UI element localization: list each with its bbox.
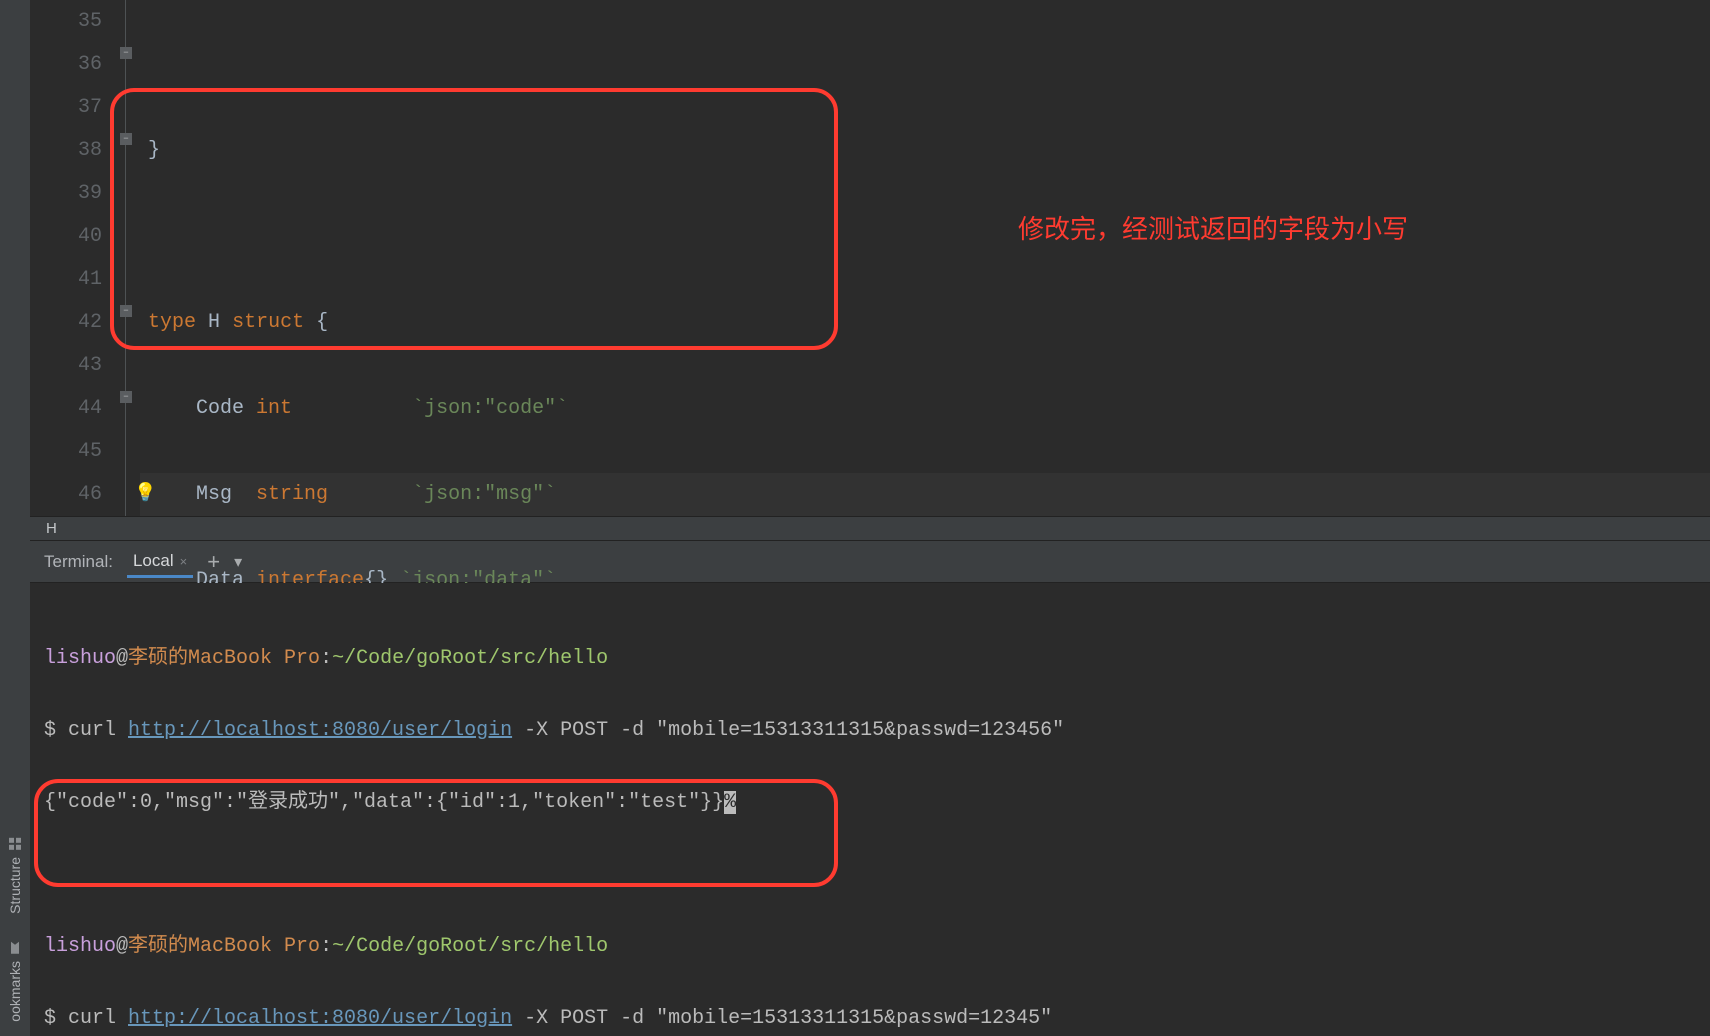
code-content[interactable]: } type H struct { Code int `json:"code"`… <box>140 0 1710 516</box>
bookmark-icon <box>8 941 22 955</box>
terminal-title: Terminal: <box>44 552 113 572</box>
bookmarks-tab[interactable]: ookmarks <box>7 927 23 1036</box>
line-number-gutter: 35 36 37 38 39 40 41 42 43 44 45 46 <box>30 0 120 516</box>
code-line: type H struct { <box>140 301 1710 344</box>
annotation-text: 修改完，经测试返回的字段为小写 <box>1018 208 1408 251</box>
line-number: 39 <box>30 172 102 215</box>
terminal-cursor: % <box>724 791 736 814</box>
line-number: 46 <box>30 473 102 516</box>
app-root: Structure ookmarks 35 36 37 38 39 40 41 … <box>0 0 1710 1036</box>
line-number: 35 <box>30 0 102 43</box>
code-editor[interactable]: 35 36 37 38 39 40 41 42 43 44 45 46 − − … <box>30 0 1710 516</box>
main-area: 35 36 37 38 39 40 41 42 43 44 45 46 − − … <box>30 0 1710 1036</box>
line-number: 42 <box>30 301 102 344</box>
fold-icon[interactable]: − <box>120 305 132 317</box>
terminal-line: $ curl http://localhost:8080/user/login … <box>44 1001 1696 1036</box>
bookmarks-label: ookmarks <box>7 961 23 1022</box>
terminal-line: lishuo@李硕的MacBook Pro:~/Code/goRoot/src/… <box>44 929 1696 965</box>
structure-icon <box>8 837 22 851</box>
terminal-line: $ curl http://localhost:8080/user/login … <box>44 713 1696 749</box>
terminal-line: lishuo@李硕的MacBook Pro:~/Code/goRoot/src/… <box>44 641 1696 677</box>
code-line-current: 💡 Msg string `json:"msg"` <box>140 473 1710 516</box>
line-number: 43 <box>30 344 102 387</box>
terminal-url[interactable]: http://localhost:8080/user/login <box>128 1007 512 1030</box>
left-tool-strip: Structure ookmarks <box>0 0 30 1036</box>
line-number: 38 <box>30 129 102 172</box>
terminal-url[interactable]: http://localhost:8080/user/login <box>128 719 512 742</box>
line-number: 36 <box>30 43 102 86</box>
line-number: 40 <box>30 215 102 258</box>
structure-label: Structure <box>7 857 23 914</box>
fold-gutter: − − − − <box>120 0 140 516</box>
breadcrumb-item[interactable]: H <box>46 520 57 537</box>
line-number: 44 <box>30 387 102 430</box>
code-line: Code int `json:"code"` <box>140 387 1710 430</box>
structure-tab[interactable]: Structure <box>7 823 23 928</box>
terminal-line <box>44 857 1696 893</box>
code-line <box>140 215 1710 258</box>
fold-icon[interactable]: − <box>120 47 132 59</box>
terminal-body[interactable]: lishuo@李硕的MacBook Pro:~/Code/goRoot/src/… <box>30 583 1710 1036</box>
intention-bulb-icon[interactable]: 💡 <box>134 473 156 516</box>
code-line <box>140 43 1710 86</box>
fold-icon[interactable]: − <box>120 391 132 403</box>
line-number: 45 <box>30 430 102 473</box>
terminal-line: {"code":0,"msg":"登录成功","data":{"id":1,"t… <box>44 785 1696 821</box>
fold-icon[interactable]: − <box>120 133 132 145</box>
line-number: 37 <box>30 86 102 129</box>
code-line: } <box>140 129 1710 172</box>
line-number: 41 <box>30 258 102 301</box>
